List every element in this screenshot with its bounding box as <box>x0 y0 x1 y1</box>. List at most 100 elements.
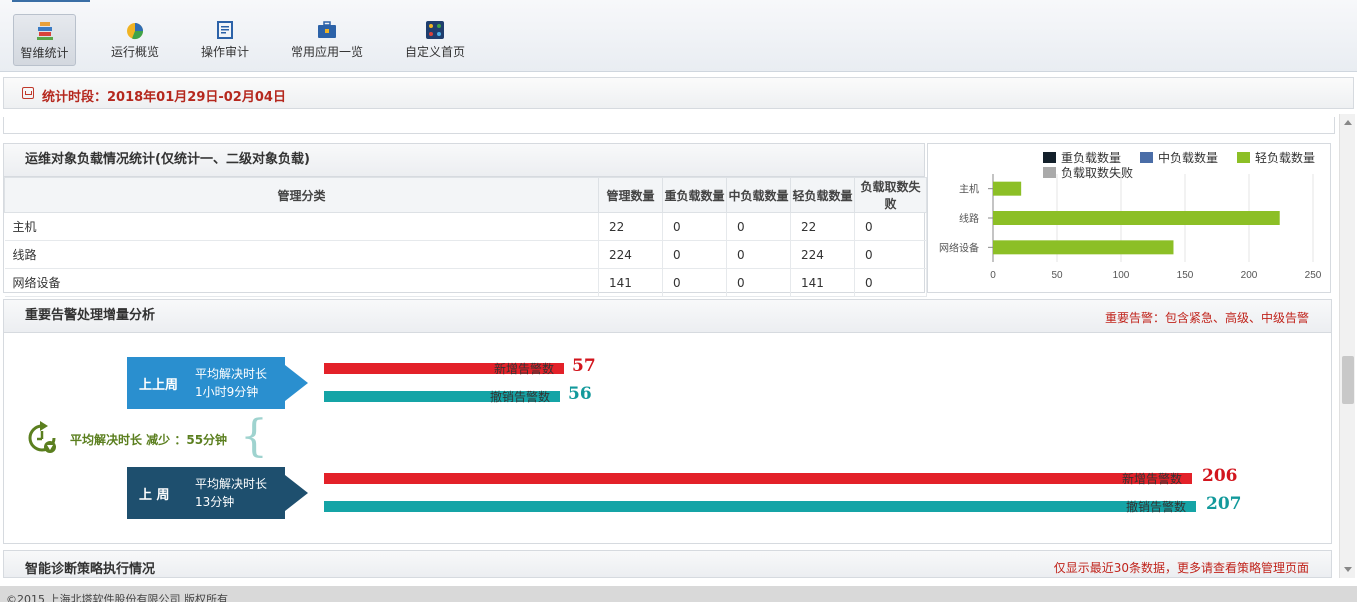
cancel-alarm-bar <box>324 501 1196 512</box>
new-alarm-bar <box>324 473 1192 484</box>
table-cell: 0 <box>854 212 927 241</box>
collapsed-panel <box>3 117 1335 134</box>
duration-reduce-text: 平均解决时长 减少 ：55分钟 <box>70 433 228 447</box>
load-stats-panel: 运维对象负载情况统计(仅统计一、二级对象负载) 管理分类 管理数量 重负载数量 … <box>3 143 927 297</box>
table-cell: 0 <box>726 212 791 241</box>
week-duration-label: 平均解决时长 <box>195 477 268 491</box>
x-tick-label: 150 <box>1177 270 1194 281</box>
table-cell: 141 <box>598 268 663 297</box>
diagnosis-panel-header: 智能诊断策略执行情况 仅显示最近30条数据，更多请查看策略管理页面 <box>3 550 1332 578</box>
column-header[interactable]: 轻负载数量 <box>790 177 855 213</box>
scroll-down-arrow-icon[interactable] <box>1344 567 1352 572</box>
new-alarm-count: 206 <box>1202 466 1238 486</box>
legend-swatch <box>1043 167 1056 178</box>
pie-chart-icon <box>127 23 144 40</box>
y-tick-label: 网络设备 <box>939 241 979 254</box>
table-row[interactable]: 主机 22 0 0 22 0 <box>4 212 927 241</box>
column-header[interactable]: 中负载数量 <box>726 177 791 213</box>
y-tick-label: 主机 <box>959 183 979 196</box>
period-bar: 统计时段：2018年01月29日-02月04日 <box>3 77 1354 109</box>
table-cell: 0 <box>662 240 727 269</box>
x-tick-label: 200 <box>1241 270 1258 281</box>
briefcase-icon <box>318 21 336 38</box>
active-tab-accent <box>12 0 90 2</box>
table-cell: 网络设备 <box>4 268 599 297</box>
bar <box>993 181 1022 196</box>
cancel-alarm-count: 207 <box>1206 494 1242 514</box>
table-cell: 224 <box>790 240 855 269</box>
legend-swatch <box>1237 152 1250 163</box>
toolbar-item-apps[interactable]: 常用应用一览 <box>287 14 367 66</box>
table-row[interactable]: 网络设备 141 0 0 141 0 <box>4 268 927 297</box>
load-stats-table: 管理分类 管理数量 重负载数量 中负载数量 轻负载数量 负载取数失败 主机 22… <box>4 177 927 297</box>
top-toolbar: 智维统计 运行概览 操作审计 常用应用一览 自定义首页 <box>0 0 1357 72</box>
brace-icon: { <box>240 411 268 462</box>
week-duration-value: 13分钟 <box>195 495 235 509</box>
table-header-row: 管理分类 管理数量 重负载数量 中负载数量 轻负载数量 负载取数失败 <box>4 177 927 213</box>
new-alarm-label: 新增告警数 <box>494 362 555 376</box>
legend-label: 重负载数量 <box>1061 150 1121 165</box>
bar <box>993 240 1174 255</box>
table-cell: 224 <box>598 240 663 269</box>
toolbar-label: 智维统计 <box>20 46 69 60</box>
custom-home-icon <box>426 21 444 39</box>
column-header[interactable]: 负载取数失败 <box>854 177 927 213</box>
table-cell: 0 <box>854 268 927 297</box>
scroll-up-arrow-icon[interactable] <box>1344 120 1352 125</box>
toolbar-item-stats[interactable]: 智维统计 <box>13 14 76 66</box>
table-cell: 0 <box>854 240 927 269</box>
toolbar-item-custom-home[interactable]: 自定义首页 <box>400 14 470 66</box>
new-alarm-count: 57 <box>572 356 596 376</box>
load-chart: 0 50 100 150 200 250 主机 线路 网络设备 重负载数量 中负载数量 轻负载数量 负载… <box>927 143 1331 293</box>
y-tick-label: 线路 <box>959 212 979 225</box>
week-duration-value: 1小时9分钟 <box>195 385 259 399</box>
toolbar-item-overview[interactable]: 运行概览 <box>103 14 167 66</box>
table-cell: 0 <box>662 268 727 297</box>
audit-doc-icon <box>217 21 233 39</box>
legend-label: 轻负载数量 <box>1255 150 1315 165</box>
scrollbar-thumb[interactable] <box>1342 356 1354 404</box>
legend-swatch <box>1043 152 1056 163</box>
table-cell: 22 <box>598 212 663 241</box>
table-cell: 主机 <box>4 212 599 241</box>
legend-swatch <box>1140 152 1153 163</box>
column-header[interactable]: 管理分类 <box>4 177 599 213</box>
table-cell: 0 <box>662 212 727 241</box>
period-text: 统计时段：2018年01月29日-02月04日 <box>42 90 286 105</box>
new-alarm-label: 新增告警数 <box>1122 472 1183 486</box>
x-tick-label: 100 <box>1113 270 1130 281</box>
vertical-scrollbar[interactable] <box>1339 114 1355 578</box>
load-bar-chart: 0 50 100 150 200 250 主机线路网络设备 重负载数量 中负载数量 轻负载数量负载… <box>939 150 1322 281</box>
clock-reduce-icon <box>28 421 56 453</box>
column-header[interactable]: 管理数量 <box>598 177 663 213</box>
table-cell: 线路 <box>4 240 599 269</box>
table-cell: 0 <box>726 240 791 269</box>
column-header[interactable]: 重负载数量 <box>662 177 727 213</box>
toolbar-item-audit[interactable]: 操作审计 <box>193 14 257 66</box>
week-duration-label: 平均解决时长 <box>195 367 268 381</box>
x-tick-label: 0 <box>990 270 996 281</box>
week-badge-prev1: 上 周 平均解决时长 13分钟 <box>127 467 311 519</box>
calendar-icon <box>22 87 34 99</box>
toolbar-label: 操作审计 <box>200 45 249 59</box>
week-name: 上 周 <box>139 488 170 503</box>
copyright-text: ©2015 上海北塔软件股份有限公司 版权所有 <box>6 593 228 602</box>
week-badge-prev2: 上上周 平均解决时长 1小时9分钟 <box>127 357 311 409</box>
legend-label: 中负载数量 <box>1158 150 1218 165</box>
toolbar-label: 常用应用一览 <box>290 45 363 59</box>
bar <box>993 211 1280 225</box>
diagnosis-note: 仅显示最近30条数据，更多请查看策略管理页面 <box>1053 561 1309 575</box>
toolbar-label: 运行概览 <box>110 45 159 59</box>
alarm-analysis-note: 重要告警：包含紧急、高级、中级告警 <box>1104 311 1309 325</box>
cancel-alarm-label: 撤销告警数 <box>1126 500 1187 514</box>
diagnosis-title: 智能诊断策略执行情况 <box>25 562 156 577</box>
table-cell: 22 <box>790 212 855 241</box>
toolbar-label: 自定义首页 <box>404 45 465 59</box>
alarm-analysis-panel: 重要告警处理增量分析 重要告警：包含紧急、高级、中级告警 平均解决时长 减少 ：… <box>3 299 1332 544</box>
legend-label: 负载取数失败 <box>1061 165 1133 180</box>
load-stats-title: 运维对象负载情况统计(仅统计一、二级对象负载) <box>4 144 924 177</box>
table-row[interactable]: 线路 224 0 0 224 0 <box>4 240 927 269</box>
stats-books-icon <box>36 22 53 40</box>
x-tick-label: 250 <box>1305 270 1322 281</box>
table-cell: 141 <box>790 268 855 297</box>
